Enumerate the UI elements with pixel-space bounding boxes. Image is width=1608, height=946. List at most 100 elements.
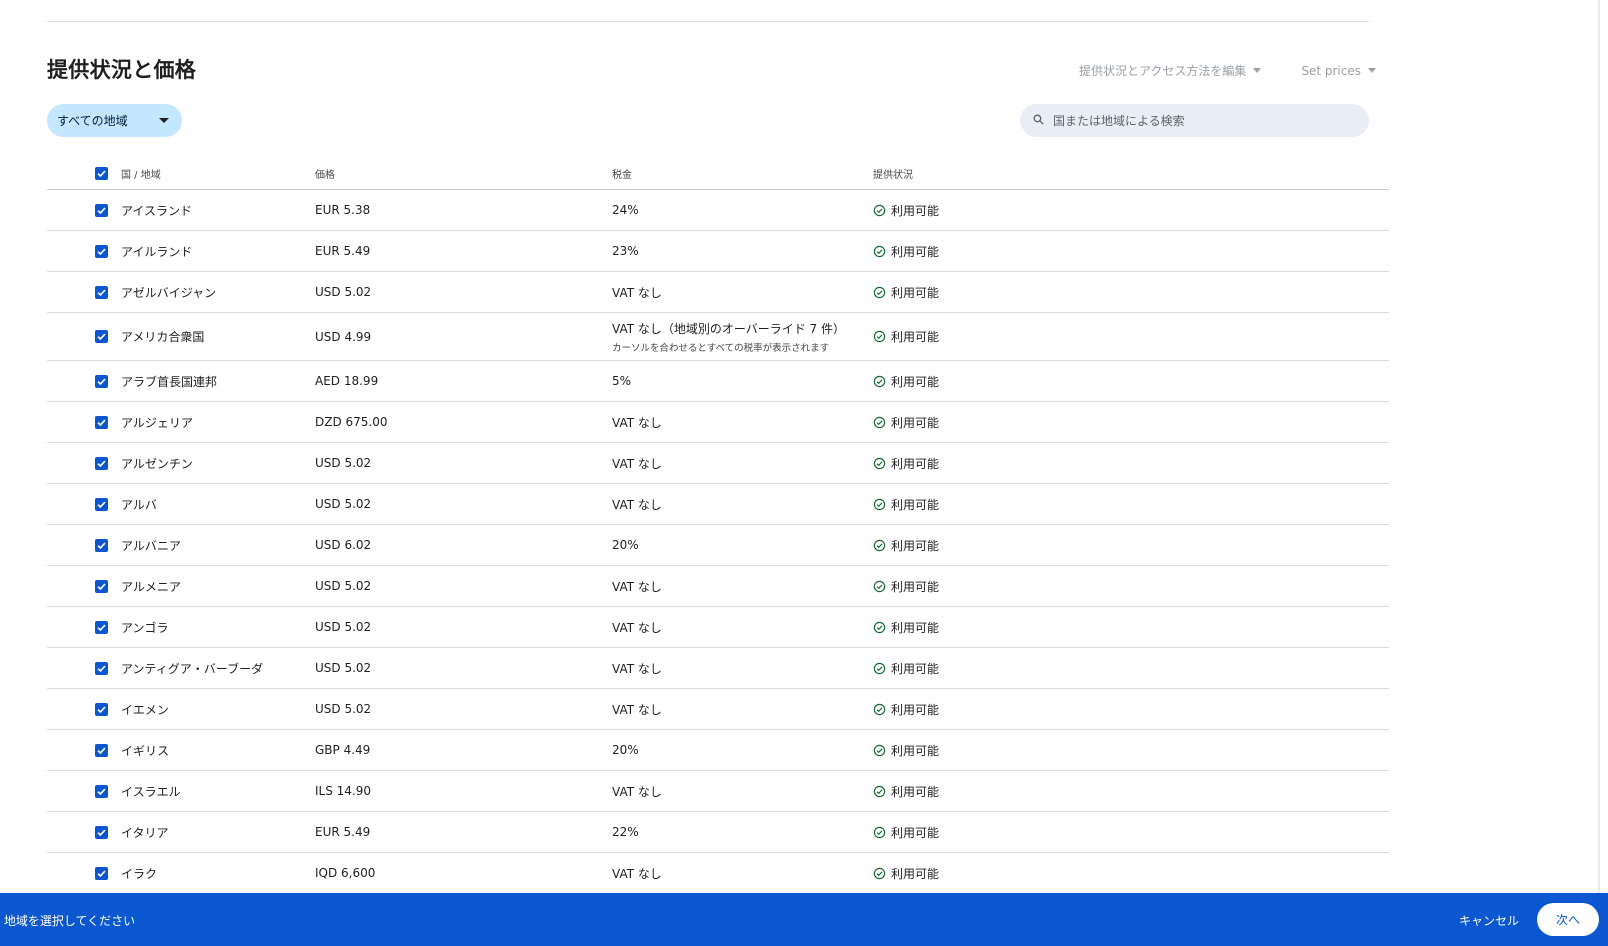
status-cell: 利用可能 [873, 865, 939, 882]
check-circle-icon [873, 245, 886, 258]
status-label: 利用可能 [891, 538, 940, 553]
tax-value: VAT なし [612, 702, 662, 717]
row-checkbox[interactable] [95, 661, 108, 675]
check-icon [96, 540, 107, 551]
page-title: 提供状況と価格 [47, 58, 197, 82]
table-row: アメリカ合衆国 USD 4.99 VAT なし（地域別のオーバーライド 7 件） カー… [47, 313, 1389, 361]
table-row: イスラエル ILS 14.90 VAT なし 利用可能 [47, 771, 1389, 812]
row-checkbox[interactable] [95, 415, 108, 429]
country-cell: イエメン [121, 702, 169, 717]
table-row: アルメニア USD 5.02 VAT なし 利用可能 [47, 566, 1389, 607]
status-cell: 利用可能 [873, 496, 939, 513]
region-filter-chip[interactable]: すべての地域 [47, 104, 182, 137]
status-cell: 利用可能 [873, 455, 939, 472]
table-row: アラブ首長国連邦 AED 18.99 5% 利用可能 [47, 361, 1389, 402]
tax-cell: VAT なし [612, 619, 662, 636]
status-cell: 利用可能 [873, 783, 939, 800]
check-icon [96, 745, 107, 756]
table-row: イギリス GBP 4.49 20% 利用可能 [47, 730, 1389, 771]
price-cell: USD 6.02 [315, 538, 372, 552]
next-button[interactable]: 次へ [1537, 903, 1599, 936]
table-row: アイルランド EUR 5.49 23% 利用可能 [47, 231, 1389, 272]
scrollbar[interactable] [1598, 0, 1600, 893]
check-icon [96, 376, 107, 387]
select-all-checkbox[interactable] [95, 167, 108, 180]
check-circle-icon [873, 330, 886, 343]
row-checkbox[interactable] [95, 620, 108, 634]
row-checkbox[interactable] [95, 203, 108, 217]
row-checkbox[interactable] [95, 743, 108, 757]
country-cell: アルメニア [121, 579, 181, 594]
caret-down-icon [1368, 68, 1376, 73]
status-label: 利用可能 [891, 374, 940, 389]
row-checkbox[interactable] [95, 579, 108, 593]
check-circle-icon [873, 580, 886, 593]
caret-down-icon [1253, 68, 1262, 73]
footer-message: / 地域を選択してください [0, 914, 136, 928]
check-circle-icon [873, 498, 886, 511]
check-circle-icon [873, 703, 886, 716]
status-label: 利用可能 [891, 784, 940, 799]
price-cell: IQD 6,600 [315, 866, 376, 880]
check-icon [96, 663, 107, 674]
price-cell: EUR 5.38 [315, 203, 371, 217]
status-label: 利用可能 [891, 244, 940, 259]
check-circle-icon [873, 826, 886, 839]
status-label: 利用可能 [891, 285, 940, 300]
tax-cell: VAT なし（地域別のオーバーライド 7 件） カーソルを合わせるとすべての税率が… [612, 320, 845, 354]
status-label: 利用可能 [891, 743, 940, 758]
row-checkbox[interactable] [95, 825, 108, 839]
edit-availability-dropdown[interactable]: 提供状況とアクセス方法を編集 [1079, 62, 1262, 79]
search-box[interactable] [1020, 104, 1369, 137]
tax-value: VAT なし [612, 620, 662, 635]
price-cell: ILS 14.90 [315, 784, 372, 798]
row-checkbox[interactable] [95, 330, 108, 343]
status-cell: 利用可能 [873, 373, 939, 390]
status-cell: 利用可能 [873, 202, 939, 219]
row-checkbox[interactable] [95, 374, 108, 388]
country-cell: アルジェリア [121, 415, 193, 430]
price-cell: USD 5.02 [315, 661, 372, 675]
table-row: アンゴラ USD 5.02 VAT なし 利用可能 [47, 607, 1389, 648]
status-label: 利用可能 [891, 620, 940, 635]
action-footer: / 地域を選択してください キャンセル 次へ [0, 893, 1608, 946]
set-prices-label: Set prices [1301, 63, 1361, 78]
check-circle-icon [873, 286, 886, 299]
row-checkbox[interactable] [95, 866, 108, 880]
row-checkbox[interactable] [95, 497, 108, 511]
country-cell: イタリア [121, 825, 169, 840]
status-label: 利用可能 [891, 456, 940, 471]
row-checkbox[interactable] [95, 702, 108, 716]
status-cell: 利用可能 [873, 537, 939, 554]
row-checkbox[interactable] [95, 285, 108, 299]
row-checkbox[interactable] [95, 244, 108, 258]
price-cell: GBP 4.49 [315, 743, 371, 757]
check-icon [96, 499, 107, 510]
cancel-button[interactable]: キャンセル [1459, 912, 1519, 929]
pricing-table: 国 / 地域 価格 税金 提供状況 アイスランド EUR 5.38 24% 利用可能ア… [47, 158, 1389, 894]
check-circle-icon [873, 785, 886, 798]
search-input[interactable] [1051, 112, 1355, 129]
table-row: イラク IQD 6,600 VAT なし 利用可能 [47, 853, 1389, 894]
row-checkbox[interactable] [95, 784, 108, 798]
row-checkbox[interactable] [95, 456, 108, 470]
price-cell: DZD 675.00 [315, 415, 388, 429]
set-prices-dropdown[interactable]: Set prices [1301, 62, 1376, 79]
check-icon [96, 205, 107, 216]
status-cell: 利用可能 [873, 824, 939, 841]
tax-cell: VAT なし [612, 284, 662, 301]
row-checkbox[interactable] [95, 538, 108, 552]
header-price: 価格 [315, 170, 335, 181]
region-filter-label: すべての地域 [57, 114, 128, 128]
check-circle-icon [873, 662, 886, 675]
country-cell: アルゼンチン [121, 456, 193, 471]
check-icon [96, 581, 107, 592]
status-label: 利用可能 [891, 497, 940, 512]
status-cell: 利用可能 [873, 243, 939, 260]
country-cell: アルバニア [121, 538, 181, 553]
tax-cell: VAT なし [612, 578, 662, 595]
table-body: アイスランド EUR 5.38 24% 利用可能 アイルランド EUR 5.49 23% 利用… [47, 190, 1389, 894]
price-cell: USD 5.02 [315, 620, 372, 634]
check-icon [96, 287, 107, 298]
status-cell: 利用可能 [873, 284, 939, 301]
